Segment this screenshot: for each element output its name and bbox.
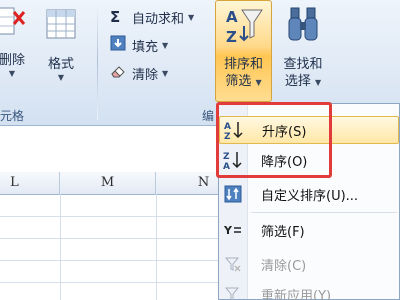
menu-item-clear[interactable]: 清除(C) xyxy=(219,250,399,278)
chevron-down-icon: ▼ xyxy=(315,78,322,87)
fill-button[interactable]: 填充 ▼ xyxy=(110,34,168,56)
custom-sort-icon xyxy=(219,185,247,203)
clear-filter-icon xyxy=(219,256,247,272)
eraser-icon xyxy=(110,63,132,83)
chevron-down-icon: ▼ xyxy=(188,12,195,22)
menu-item-filter[interactable]: Y 筛选(F) xyxy=(219,216,399,244)
sort-filter-icon: A Z xyxy=(226,8,263,46)
autosum-button[interactable]: Σ 自动求和 ▼ xyxy=(110,6,194,28)
clear-label: 清除 xyxy=(132,67,159,83)
delete-label: 删除 xyxy=(0,53,25,68)
find-select-label-line1: 查找和 xyxy=(283,57,323,72)
menu-item-custom-sort[interactable]: 自定义排序(U)... xyxy=(219,180,399,208)
chevron-down-icon: ▼ xyxy=(57,73,65,82)
format-cells-icon xyxy=(46,9,76,39)
svg-text:Y: Y xyxy=(224,224,233,237)
excel-window: 删除 ▼ 格式 ▼ 元格 Σ 自动求和 ▼ 填充 ▼ 清除 ▼ A Z 排序和 … xyxy=(0,0,400,300)
fill-label: 填充 xyxy=(132,39,159,55)
sort-filter-label-line1: 排序和 xyxy=(223,57,263,72)
chevron-down-icon: ▼ xyxy=(162,68,169,78)
clear-button[interactable]: 清除 ▼ xyxy=(110,62,168,84)
chevron-down-icon: ▼ xyxy=(255,78,262,87)
format-button[interactable]: 格式 ▼ xyxy=(38,2,84,102)
find-select-label-line2: 选择 xyxy=(284,74,311,89)
delete-button[interactable]: 删除 ▼ xyxy=(0,2,30,102)
menu-item-label: 清除(C) xyxy=(261,258,307,274)
svg-text:Z: Z xyxy=(226,28,237,46)
group-separator xyxy=(97,4,98,120)
column-header-m[interactable]: M xyxy=(60,172,156,194)
fill-down-icon xyxy=(110,35,132,55)
menu-separator xyxy=(251,212,397,213)
delete-cells-icon xyxy=(0,7,26,35)
highlight-box xyxy=(216,102,332,178)
sigma-icon: Σ xyxy=(110,8,121,26)
chevron-down-icon: ▼ xyxy=(8,69,16,78)
binoculars-icon xyxy=(288,7,318,41)
grid-line xyxy=(156,194,157,300)
menu-item-label: 重新应用(Y) xyxy=(261,288,332,300)
filter-icon: Y xyxy=(219,222,247,238)
format-label: 格式 xyxy=(47,57,74,72)
menu-item-reapply[interactable]: 重新应用(Y) xyxy=(219,280,399,300)
sort-filter-content: A Z 排序和 筛选 ▼ xyxy=(215,2,272,102)
chevron-down-icon: ▼ xyxy=(162,40,169,50)
grid-line xyxy=(60,194,61,300)
column-header-l[interactable]: L xyxy=(0,172,60,194)
menu-item-label: 筛选(F) xyxy=(261,224,305,240)
cells-group-label: 元格 xyxy=(0,109,25,123)
svg-text:A: A xyxy=(226,8,238,26)
sort-filter-label-line2: 筛选 xyxy=(225,74,252,89)
editing-group-label: 编 xyxy=(202,109,215,123)
find-select-button[interactable]: 查找和 选择 ▼ xyxy=(274,2,332,102)
reapply-icon xyxy=(219,286,247,300)
menu-item-label: 自定义排序(U)... xyxy=(261,188,359,204)
autosum-label: 自动求和 xyxy=(132,11,185,27)
